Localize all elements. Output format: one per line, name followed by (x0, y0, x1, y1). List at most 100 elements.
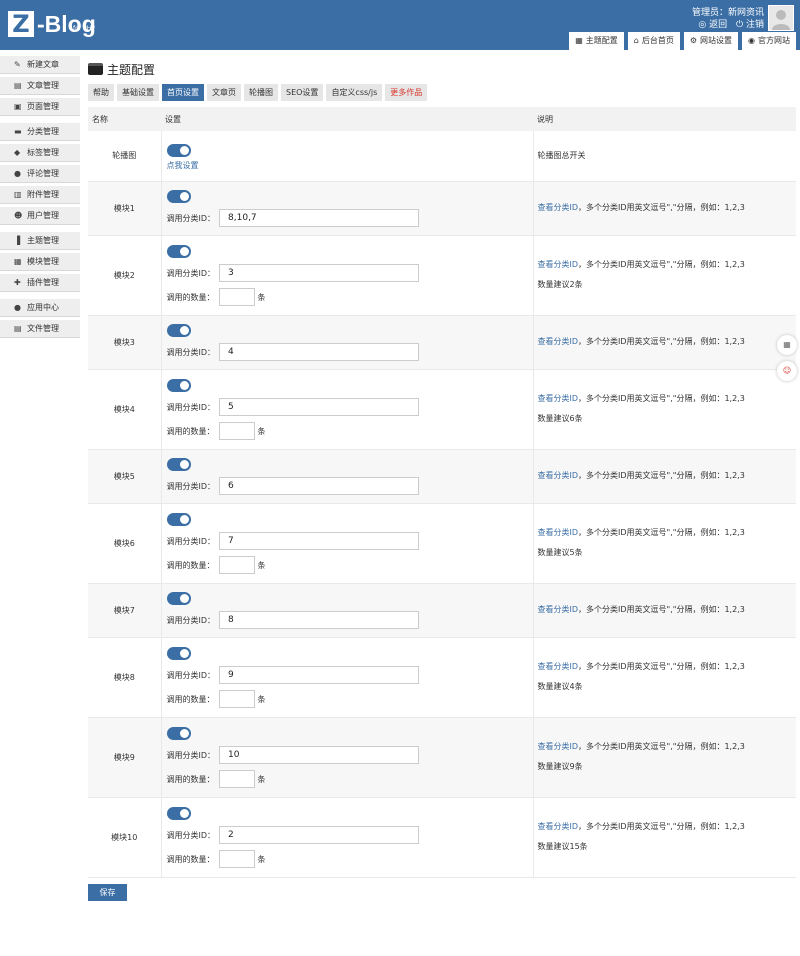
sidebar-item-2[interactable]: ▣ 页面管理 (0, 98, 80, 116)
count-input[interactable] (218, 422, 255, 440)
tab-3[interactable]: 文章页 (207, 84, 241, 101)
category-id-input[interactable]: 8 (219, 611, 420, 629)
home-icon: ⌂ (633, 36, 639, 45)
row-name: 轮播图 (88, 131, 162, 182)
column-header-description: 说明 (537, 114, 553, 124)
table-row: 模块5 调用分类ID： 6 查看分类ID，多个分类ID用英文逗号","分隔，例如… (88, 449, 796, 504)
module-toggle[interactable] (166, 727, 191, 740)
top-tab-label: 官方网站 (758, 36, 790, 45)
category-id-input[interactable]: 9 (219, 666, 420, 684)
zblog-logo[interactable]: Z -Blog (8, 11, 96, 37)
category-id-label: 调用分类ID： (166, 213, 216, 223)
category-id-input[interactable]: 6 (219, 477, 420, 495)
category-id-input[interactable]: 5 (219, 398, 420, 416)
sidebar-item-label: 文章管理 (27, 81, 59, 90)
sidebar-item-7[interactable]: ☻ 用户管理 (0, 207, 80, 225)
back-link[interactable]: ◎ 返回 (698, 20, 727, 30)
count-input[interactable] (218, 288, 255, 306)
avatar[interactable] (768, 5, 794, 31)
module-toggle[interactable] (166, 807, 191, 820)
count-label: 调用的数量： (166, 854, 215, 864)
category-id-input[interactable]: 7 (219, 532, 420, 550)
sidebar-item-0[interactable]: ✎ 新建文章 (0, 56, 80, 74)
module-toggle[interactable] (166, 190, 191, 203)
count-label: 调用的数量： (166, 774, 215, 784)
top-tab-0[interactable]: ▦ 主题配置 (569, 32, 624, 50)
module-toggle[interactable] (166, 324, 191, 337)
count-suggestion: 数量建议5条 (537, 548, 583, 557)
view-category-id-link[interactable]: 查看分类ID (538, 471, 579, 480)
settings-tabs: 帮助 基础设置 首页设置 文章页 轮播图 SEO设置 自定义css/js 更多作品 (88, 84, 796, 101)
module-toggle[interactable] (166, 592, 191, 605)
sidebar-item-3[interactable]: ▬ 分类管理 (0, 123, 80, 141)
sidebar-item-5[interactable]: ● 评论管理 (0, 165, 80, 183)
module-toggle[interactable] (166, 513, 191, 526)
module-toggle[interactable] (166, 647, 191, 660)
category-id-input[interactable]: 3 (219, 264, 420, 282)
tab-6[interactable]: 自定义css/js (326, 84, 383, 101)
view-category-id-link[interactable]: 查看分类ID (538, 605, 579, 614)
qr-float-icon[interactable]: ▦ (777, 335, 797, 355)
sidebar-item-8[interactable]: ▐ 主题管理 (0, 232, 80, 250)
sidebar-item-9[interactable]: ▦ 模块管理 (0, 253, 80, 271)
tab-4[interactable]: 轮播图 (244, 84, 278, 101)
tab-1[interactable]: 基础设置 (117, 84, 159, 101)
count-input[interactable] (218, 690, 255, 708)
save-button[interactable]: 保存 (88, 883, 127, 901)
sidebar-item-4[interactable]: ◆ 标签管理 (0, 144, 80, 162)
page-icon: ▣ (14, 102, 22, 111)
category-id-input[interactable]: 2 (219, 826, 420, 844)
module-toggle[interactable] (166, 245, 191, 258)
view-category-id-link[interactable]: 查看分类ID (538, 203, 579, 212)
category-id-label: 调用分类ID： (166, 670, 216, 680)
category-id-input[interactable]: 8,10,7 (219, 209, 420, 227)
module-icon: ▦ (14, 257, 22, 266)
row-settings: 调用分类ID： 6 (161, 449, 534, 504)
sidebar-item-11[interactable]: ● 应用中心 (0, 299, 80, 317)
admin-label: 管理员：新网资讯 (691, 8, 764, 18)
logo-subtitle: for PHP (73, 25, 95, 32)
count-input[interactable] (218, 850, 255, 868)
count-input[interactable] (218, 556, 255, 574)
helper-float-icon[interactable]: ☺ (777, 361, 797, 381)
count-label: 调用的数量： (166, 694, 215, 704)
row-name: 模块9 (88, 717, 162, 798)
count-input[interactable] (218, 770, 255, 788)
top-tab-3[interactable]: ◉ 官方网站 (742, 32, 796, 50)
module-toggle[interactable] (166, 379, 191, 392)
tab-2[interactable]: 首页设置 (162, 84, 204, 101)
top-tab-2[interactable]: ⚙ 网站设置 (683, 32, 739, 50)
count-suggestion: 数量建议2条 (537, 280, 583, 289)
count-suggestion: 数量建议9条 (537, 762, 583, 771)
category-id-label: 调用分类ID： (166, 830, 216, 840)
category-id-label: 调用分类ID： (166, 750, 216, 760)
row-name: 模块1 (88, 181, 162, 236)
category-id-input[interactable]: 10 (219, 746, 420, 764)
carousel-settings-link[interactable]: 点我设置 (167, 160, 533, 171)
sidebar-item-10[interactable]: ✚ 插件管理 (0, 274, 80, 292)
view-category-id-link[interactable]: 查看分类ID (538, 528, 579, 537)
module-toggle[interactable] (166, 458, 191, 471)
category-id-input[interactable]: 4 (219, 343, 420, 361)
view-category-id-link[interactable]: 查看分类ID (538, 394, 579, 403)
count-unit: 条 (257, 854, 266, 864)
tab-5[interactable]: SEO设置 (281, 84, 324, 101)
view-category-id-link[interactable]: 查看分类ID (538, 337, 579, 346)
sidebar-item-1[interactable]: ▤ 文章管理 (0, 77, 80, 95)
count-label: 调用的数量： (166, 292, 215, 302)
description-text: ，多个分类ID用英文逗号","分隔，例如：1,2,3 (578, 662, 745, 671)
tab-7[interactable]: 更多作品 (385, 84, 428, 101)
carousel-toggle[interactable] (166, 144, 191, 158)
view-category-id-link[interactable]: 查看分类ID (538, 822, 579, 831)
row-description: 查看分类ID，多个分类ID用英文逗号","分隔，例如：1,2,3 (533, 315, 796, 370)
view-category-id-link[interactable]: 查看分类ID (538, 260, 579, 269)
sidebar-item-6[interactable]: ▥ 附件管理 (0, 186, 80, 204)
top-tab-1[interactable]: ⌂ 后台首页 (627, 32, 680, 50)
table-row: 模块6 调用分类ID： 7 调用的数量： 条 查看分类ID，多个分类ID用英文逗号… (88, 503, 796, 584)
column-header-name: 名称 (92, 114, 108, 124)
view-category-id-link[interactable]: 查看分类ID (538, 742, 579, 751)
logout-link[interactable]: ⏻ 注销 (736, 20, 764, 30)
sidebar-item-12[interactable]: ▤ 文件管理 (0, 320, 80, 338)
view-category-id-link[interactable]: 查看分类ID (538, 662, 579, 671)
tab-0[interactable]: 帮助 (88, 84, 114, 101)
